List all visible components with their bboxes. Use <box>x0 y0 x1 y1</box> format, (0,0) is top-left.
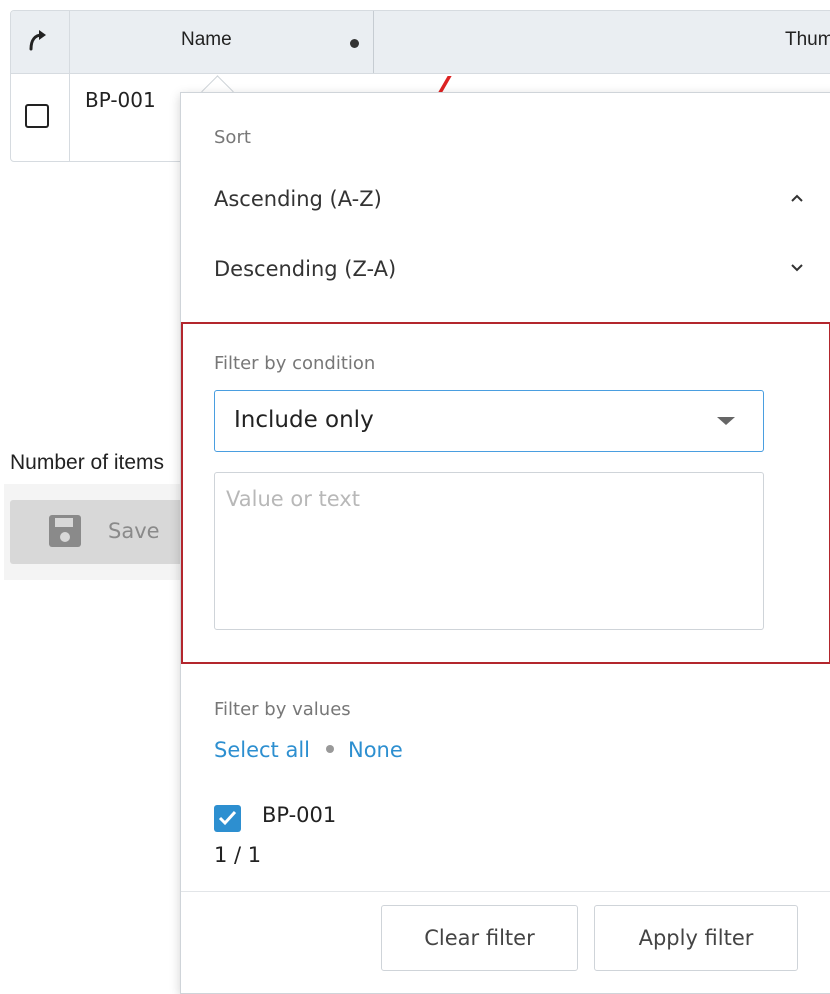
filter-condition-title: Filter by condition <box>214 353 376 374</box>
apply-filter-button[interactable]: Apply filter <box>594 905 798 971</box>
save-button-label: Save <box>108 519 160 543</box>
select-none-link[interactable]: None <box>348 738 403 762</box>
condition-select[interactable]: Include only <box>214 390 764 452</box>
column-header-name-label: Name <box>181 29 232 50</box>
column-filter-popup: Sort Ascending (A-Z) Descending (Z-A) Fi… <box>180 92 830 994</box>
header-action-cell[interactable] <box>11 11 70 73</box>
value-label: BP-001 <box>262 803 337 827</box>
filter-values-title: Filter by values <box>214 699 351 720</box>
items-count-label: Number of items <box>10 451 165 474</box>
sort-ascending-option[interactable]: Ascending (A-Z) <box>214 179 804 223</box>
sort-ascending-label: Ascending (A-Z) <box>214 187 382 211</box>
chevron-down-icon <box>791 264 803 272</box>
chevron-up-icon <box>791 194 803 202</box>
value-checkbox-checked[interactable] <box>214 805 241 832</box>
row-select-checkbox[interactable] <box>25 104 49 128</box>
select-all-link[interactable]: Select all <box>214 738 310 762</box>
separator-dot <box>326 745 334 753</box>
save-icon <box>49 515 81 547</box>
grid-header: Name Thumbnail <box>11 11 830 74</box>
select-links: Select all None <box>214 738 403 762</box>
condition-select-value: Include only <box>234 407 374 433</box>
clear-filter-button[interactable]: Clear filter <box>381 905 578 971</box>
sort-section-title: Sort <box>214 127 251 148</box>
row-name-cell: BP-001 <box>85 88 156 112</box>
row-select-cell <box>11 74 70 161</box>
dropdown-arrow-icon <box>717 417 735 425</box>
column-header-thumbnail-label: Thumbnail <box>785 29 830 50</box>
column-header-thumbnail[interactable]: Thumbnail <box>373 11 830 73</box>
condition-value-input[interactable] <box>214 472 764 630</box>
thumbnail-image <box>438 76 462 92</box>
column-menu-dot-icon[interactable] <box>350 39 359 48</box>
column-header-name[interactable]: Name <box>69 11 374 73</box>
sort-descending-option[interactable]: Descending (Z-A) <box>214 249 804 293</box>
values-count: 1 / 1 <box>214 843 262 867</box>
checkmark-icon <box>218 810 237 826</box>
footer-divider <box>181 891 830 892</box>
sort-descending-label: Descending (Z-A) <box>214 257 397 281</box>
redo-arrow-icon[interactable] <box>27 29 49 51</box>
